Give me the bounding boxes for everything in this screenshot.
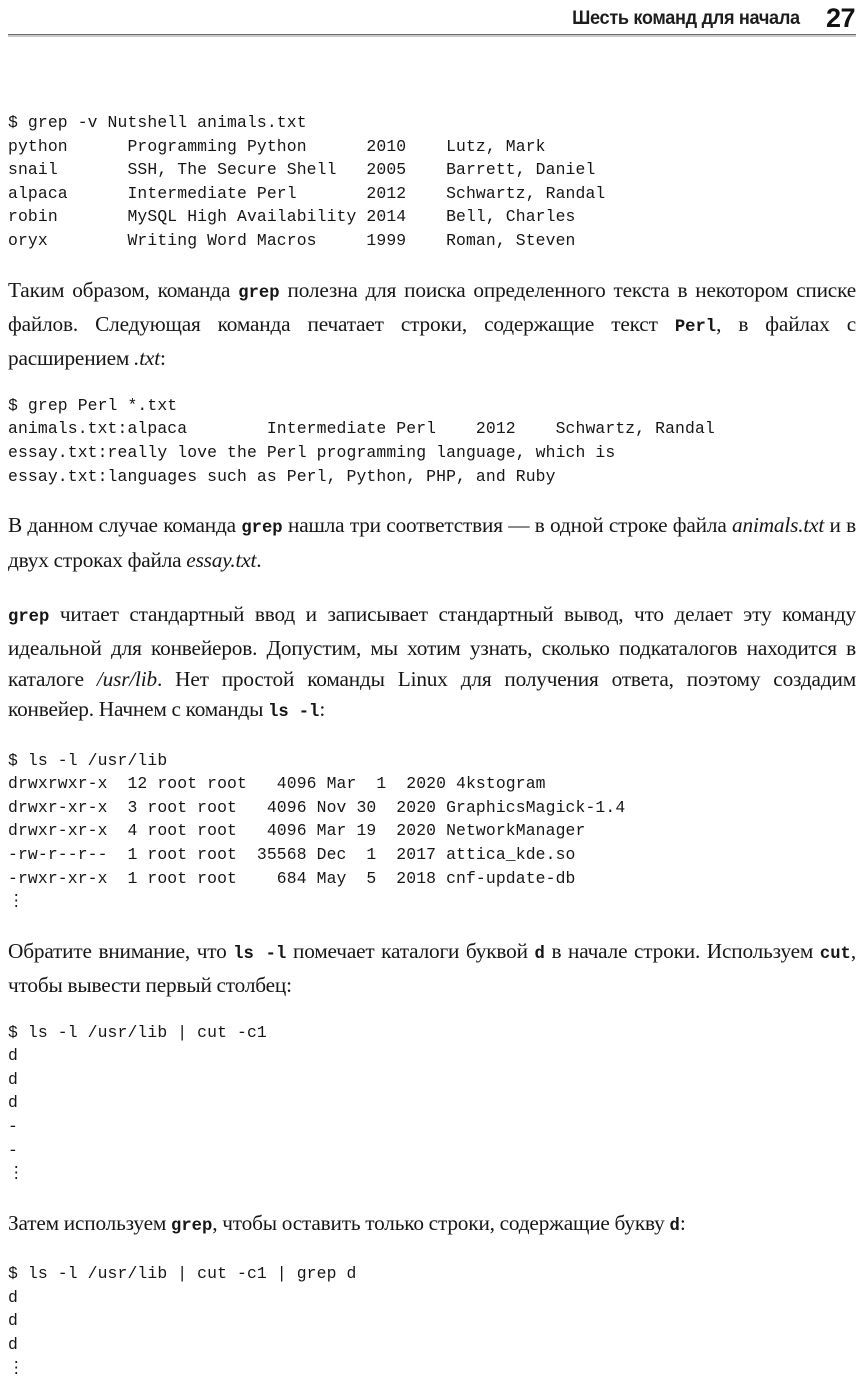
paragraph-4-text-b: помечает каталоги буквой: [286, 939, 534, 963]
inline-code-grep: grep: [238, 284, 279, 303]
vertical-ellipsis: ⋮: [8, 890, 856, 914]
vertical-ellipsis: ⋮: [8, 1162, 856, 1186]
code-block-cut-grep: $ ls -l /usr/lib | cut -c1 | grep d d d …: [8, 1262, 856, 1380]
inline-italic-txt: .txt: [134, 346, 160, 370]
code-block-grep-perl: $ grep Perl *.txt animals.txt:alpaca Int…: [8, 394, 856, 488]
paragraph-5-text-c: :: [680, 1211, 686, 1235]
inline-code-ls-l: ls -l: [233, 945, 286, 964]
paragraph-4: Обратите внимание, что ls -l помечает ка…: [8, 936, 856, 1001]
code-command-line: $ grep -v Nutshell animals.txt: [8, 111, 856, 135]
code-output: d d d - -: [8, 1044, 856, 1162]
code-command-line: $ ls -l /usr/lib | cut -c1 | grep d: [8, 1262, 856, 1286]
vertical-ellipsis: ⋮: [8, 1357, 856, 1380]
inline-code-grep: grep: [241, 519, 282, 538]
inline-code-grep: grep: [8, 608, 49, 627]
paragraph-2: В данном случае команда grep нашла три с…: [8, 510, 856, 575]
inline-italic-animals-txt: animals.txt: [732, 513, 824, 537]
page-body: $ grep -v Nutshell animals.txt python Pr…: [8, 37, 856, 1380]
page-number: 27: [826, 5, 855, 34]
inline-code-d: d: [669, 1217, 679, 1236]
code-output: animals.txt:alpaca Intermediate Perl 201…: [8, 417, 856, 488]
paragraph-1-text-a: Таким образом, команда: [8, 278, 238, 302]
paragraph-5: Затем используем grep, чтобы оставить то…: [8, 1208, 856, 1242]
code-command-line: $ ls -l /usr/lib | cut -c1: [8, 1021, 856, 1045]
paragraph-1-text-d: :: [160, 346, 166, 370]
paragraph-3-text-c: :: [319, 697, 325, 721]
paragraph-5-text-b: , чтобы оставить только строки, содержащ…: [212, 1211, 669, 1235]
paragraph-3: grep читает стандартный ввод и записывае…: [8, 599, 856, 729]
running-head-title: Шесть команд для начала: [572, 9, 800, 35]
code-command-line: $ ls -l /usr/lib: [8, 749, 856, 773]
paragraph-2-text-a: В данном случае команда: [8, 513, 241, 537]
paragraph-2-text-d: .: [256, 548, 261, 572]
code-command-line: $ grep Perl *.txt: [8, 394, 856, 418]
inline-code-perl: Perl: [675, 318, 716, 337]
code-block-ls: $ ls -l /usr/lib drwxrwxr-x 12 root root…: [8, 749, 856, 914]
paragraph-1: Таким образом, команда grep полезна для …: [8, 275, 856, 374]
document-page: Шесть команд для начала 27 $ grep -v Nut…: [0, 0, 864, 1344]
inline-italic-essay-txt: essay.txt: [186, 548, 256, 572]
code-output: d d d: [8, 1286, 856, 1357]
inline-code-grep: grep: [171, 1217, 212, 1236]
paragraph-5-text-a: Затем используем: [8, 1211, 171, 1235]
code-output: drwxrwxr-x 12 root root 4096 Mar 1 2020 …: [8, 772, 856, 890]
code-block-cut: $ ls -l /usr/lib | cut -c1 d d d - - ⋮: [8, 1021, 856, 1186]
inline-code-cut: cut: [820, 945, 851, 964]
inline-italic-usr-lib: /usr/lib: [97, 667, 157, 691]
paragraph-4-text-a: Обратите внимание, что: [8, 939, 233, 963]
code-output: python Programming Python 2010 Lutz, Mar…: [8, 135, 856, 253]
code-block-grep-v: $ grep -v Nutshell animals.txt python Pr…: [8, 111, 856, 253]
inline-code-ls-l: ls -l: [268, 703, 319, 722]
inline-code-d: d: [534, 945, 544, 964]
running-head: Шесть команд для начала 27: [8, 0, 856, 34]
paragraph-4-text-c: в начале строки. Используем: [545, 939, 820, 963]
paragraph-2-text-b: нашла три соответствия — в одной строке …: [283, 513, 732, 537]
